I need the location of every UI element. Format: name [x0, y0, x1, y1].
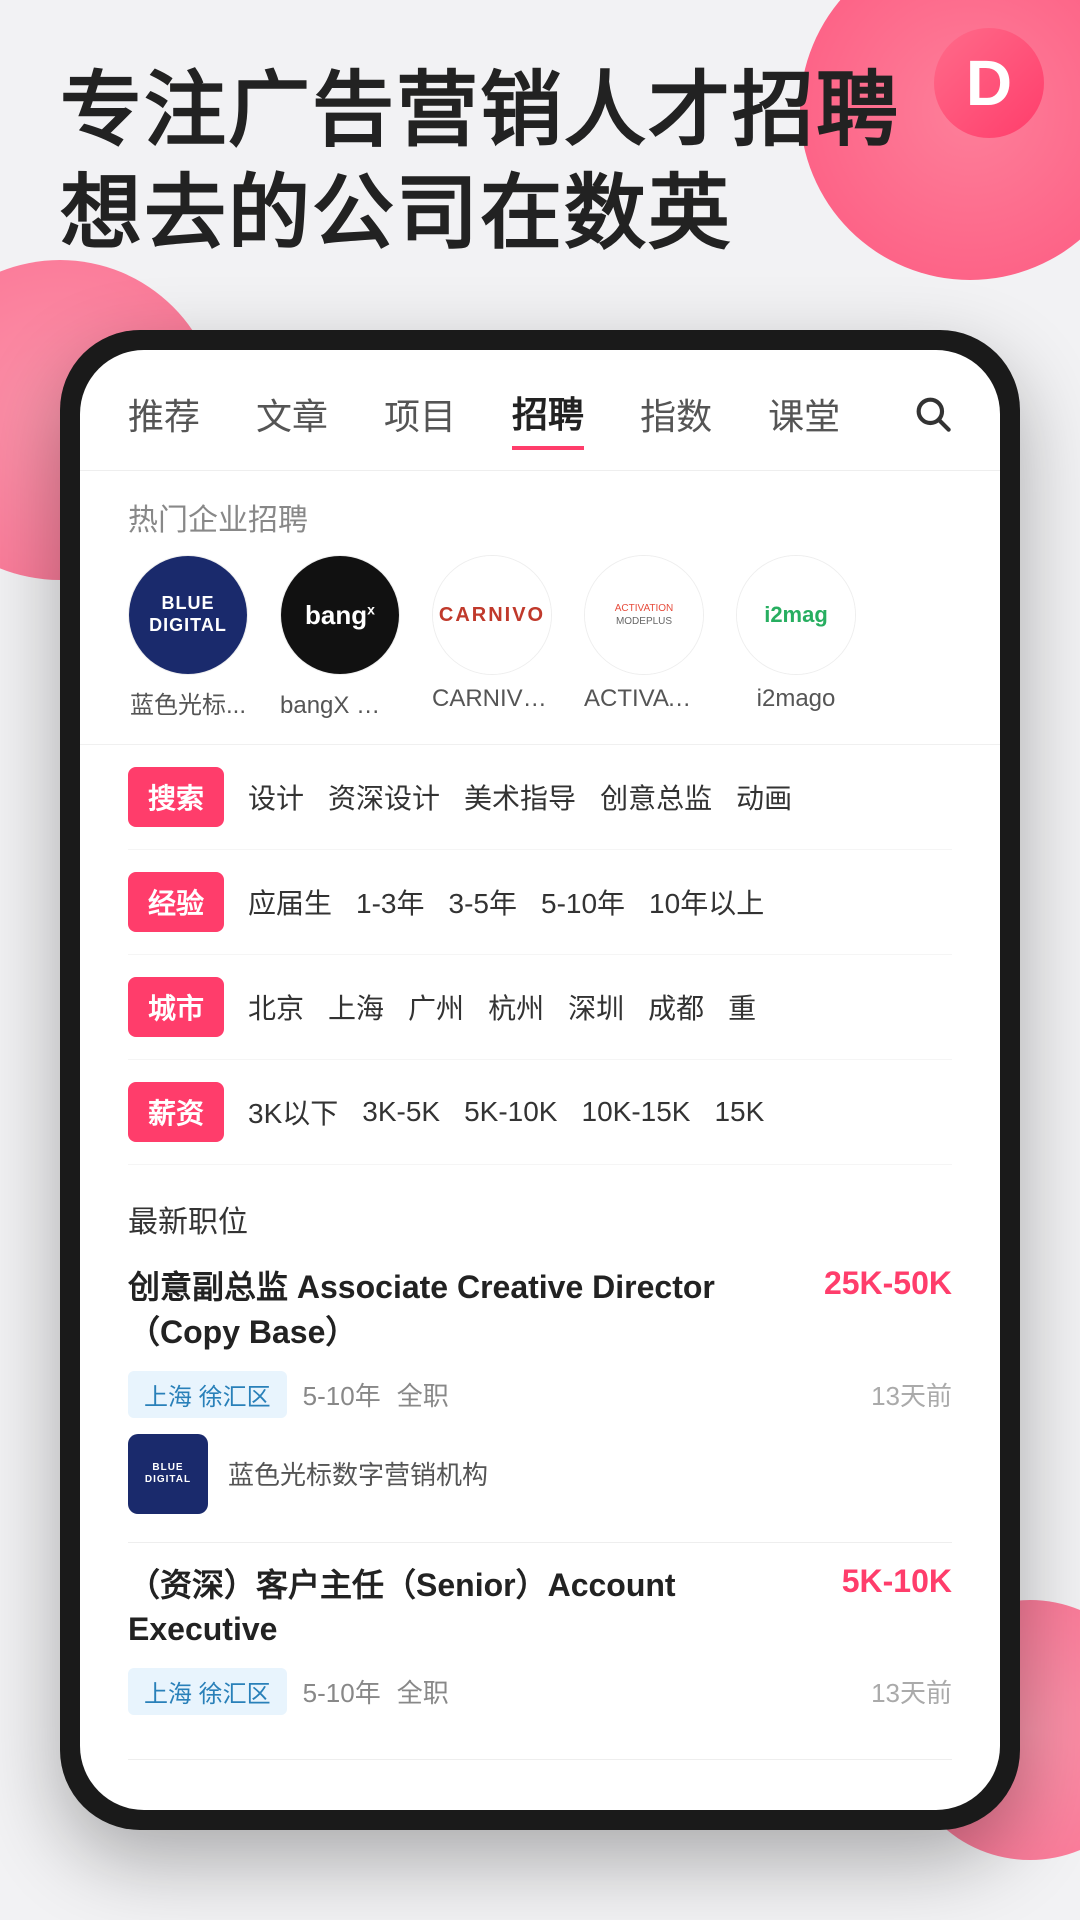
hot-companies-label: 热门企业招聘: [80, 471, 1000, 555]
job-salary-2: 5K-10K: [842, 1563, 952, 1600]
company-carnivo[interactable]: CARNIVO CARNIVO...: [432, 555, 552, 713]
job-company-name-1: 蓝色光标数字营销机构: [228, 1455, 488, 1492]
filter-opt-5-10[interactable]: 5-10年: [541, 882, 625, 922]
company-logo-blue-digital: BLUEDIGITAL: [128, 555, 248, 675]
company-bangx[interactable]: bangx bangX 上海: [280, 555, 400, 720]
job-top-1: 创意副总监 Associate Creative Director（Copy B…: [128, 1265, 952, 1355]
company-name-blue-digital: 蓝色光标...: [130, 685, 246, 720]
filter-opt-3-5k[interactable]: 3K-5K: [362, 1096, 440, 1128]
filter-opt-15k[interactable]: 15K: [714, 1096, 764, 1128]
job-type-1: 全职: [397, 1376, 449, 1413]
company-logo-carnivo: CARNIVO: [432, 555, 552, 675]
filter-row-experience: 经验 应届生 1-3年 3-5年 5-10年 10年以上: [128, 850, 952, 955]
job-top-2: （资深）客户主任（Senior）Account Executive 5K-10K: [128, 1563, 952, 1653]
company-i2mago[interactable]: i2mag i2mago: [736, 555, 856, 713]
job-salary-1: 25K-50K: [824, 1265, 952, 1302]
filter-opt-10-15k[interactable]: 10K-15K: [582, 1096, 691, 1128]
job-card-1[interactable]: 创意副总监 Associate Creative Director（Copy B…: [128, 1265, 952, 1543]
filter-opt-creative-director[interactable]: 创意总监: [600, 777, 712, 817]
search-icon[interactable]: [912, 393, 952, 444]
filter-row-salary: 薪资 3K以下 3K-5K 5K-10K 10K-15K 15K: [128, 1060, 952, 1165]
filter-row-city: 城市 北京 上海 广州 杭州 深圳 成都 重: [128, 955, 952, 1060]
filter-tag-experience[interactable]: 经验: [128, 872, 224, 932]
company-activation[interactable]: ACTIVATION MODEPLUS ACTIVATIO...: [584, 555, 704, 713]
filter-tag-search[interactable]: 搜索: [128, 767, 224, 827]
job-card-2[interactable]: （资深）客户主任（Senior）Account Executive 5K-10K…: [128, 1563, 952, 1761]
company-name-activation: ACTIVATIO...: [584, 685, 704, 713]
hero-line2: 想去的公司在数英: [60, 168, 732, 259]
company-logo-bangx: bangx: [280, 555, 400, 675]
nav-item-jobs[interactable]: 招聘: [512, 386, 584, 450]
filter-opt-art-director[interactable]: 美术指导: [464, 777, 576, 817]
filter-tag-salary[interactable]: 薪资: [128, 1082, 224, 1142]
filter-section: 搜索 设计 资深设计 美术指导 创意总监 动画 经验 应届生 1-3年 3-5年…: [80, 744, 1000, 1165]
company-name-carnivo: CARNIVO...: [432, 685, 552, 713]
nav-item-course[interactable]: 课堂: [768, 388, 840, 448]
job-time-1: 13天前: [871, 1376, 952, 1413]
job-company-logo-1: BLUEDIGITAL: [128, 1434, 208, 1514]
nav-item-recommend[interactable]: 推荐: [128, 388, 200, 448]
job-company-1: BLUEDIGITAL 蓝色光标数字营销机构: [128, 1434, 952, 1514]
hero-line1: 专注广告营销人才招聘: [60, 65, 900, 156]
company-logo-i2mago: i2mag: [736, 555, 856, 675]
filter-tag-city[interactable]: 城市: [128, 977, 224, 1037]
company-name-bangx: bangX 上海: [280, 685, 400, 720]
jobs-section: 最新职位 创意副总监 Associate Creative Director（C…: [80, 1165, 1000, 1760]
job-title-2: （资深）客户主任（Senior）Account Executive: [128, 1563, 826, 1653]
job-experience-2: 5-10年: [303, 1673, 381, 1710]
jobs-section-title: 最新职位: [128, 1197, 952, 1241]
filter-opt-senior-design[interactable]: 资深设计: [328, 777, 440, 817]
nav-item-article[interactable]: 文章: [256, 388, 328, 448]
logo-letter: D: [966, 51, 1012, 115]
job-time-2: 13天前: [871, 1673, 952, 1710]
job-meta-2: 上海 徐汇区 5-10年 全职 13天前: [128, 1668, 952, 1715]
app-logo[interactable]: D: [934, 28, 1044, 138]
filter-row-search: 搜索 设计 资深设计 美术指导 创意总监 动画: [128, 745, 952, 850]
filter-opt-1-3[interactable]: 1-3年: [356, 882, 424, 922]
job-location-2: 上海 徐汇区: [128, 1668, 287, 1715]
filter-opt-fresh[interactable]: 应届生: [248, 882, 332, 922]
job-experience-1: 5-10年: [303, 1376, 381, 1413]
job-location-1: 上海 徐汇区: [128, 1371, 287, 1418]
company-logos-row: BLUEDIGITAL 蓝色光标... bangx bangX 上海: [80, 555, 1000, 744]
job-meta-1: 上海 徐汇区 5-10年 全职 13天前: [128, 1371, 952, 1418]
company-logo-activation: ACTIVATION MODEPLUS: [584, 555, 704, 675]
job-title-1: 创意副总监 Associate Creative Director（Copy B…: [128, 1265, 808, 1355]
filter-opt-chengdu[interactable]: 成都: [648, 987, 704, 1027]
hero-section: 专注广告营销人才招聘 想去的公司在数英: [60, 60, 920, 265]
nav-item-index[interactable]: 指数: [640, 388, 712, 448]
filter-opt-3k-below[interactable]: 3K以下: [248, 1092, 338, 1132]
app-nav: 推荐 文章 项目 招聘 指数 课堂: [80, 350, 1000, 471]
filter-opt-design[interactable]: 设计: [248, 777, 304, 817]
filter-opt-shanghai[interactable]: 上海: [328, 987, 384, 1027]
filter-opt-guangzhou[interactable]: 广州: [408, 987, 464, 1027]
filter-opt-3-5[interactable]: 3-5年: [449, 882, 517, 922]
company-name-i2mago: i2mago: [757, 685, 836, 713]
filter-opt-shenzhen[interactable]: 深圳: [568, 987, 624, 1027]
filter-opt-10plus[interactable]: 10年以上: [649, 882, 764, 922]
filter-opt-beijing[interactable]: 北京: [248, 987, 304, 1027]
job-type-2: 全职: [397, 1673, 449, 1710]
filter-opt-5-10k[interactable]: 5K-10K: [464, 1096, 557, 1128]
phone-screen: 推荐 文章 项目 招聘 指数 课堂 热门企业招聘: [80, 350, 1000, 1810]
company-blue-digital[interactable]: BLUEDIGITAL 蓝色光标...: [128, 555, 248, 720]
filter-opt-animation[interactable]: 动画: [736, 777, 792, 817]
nav-item-project[interactable]: 项目: [384, 388, 456, 448]
filter-opt-more-city[interactable]: 重: [728, 987, 756, 1027]
hero-title: 专注广告营销人才招聘 想去的公司在数英: [60, 60, 920, 265]
phone-mockup: 推荐 文章 项目 招聘 指数 课堂 热门企业招聘: [60, 330, 1080, 1920]
filter-opt-hangzhou[interactable]: 杭州: [488, 987, 544, 1027]
phone-frame: 推荐 文章 项目 招聘 指数 课堂 热门企业招聘: [60, 330, 1020, 1830]
